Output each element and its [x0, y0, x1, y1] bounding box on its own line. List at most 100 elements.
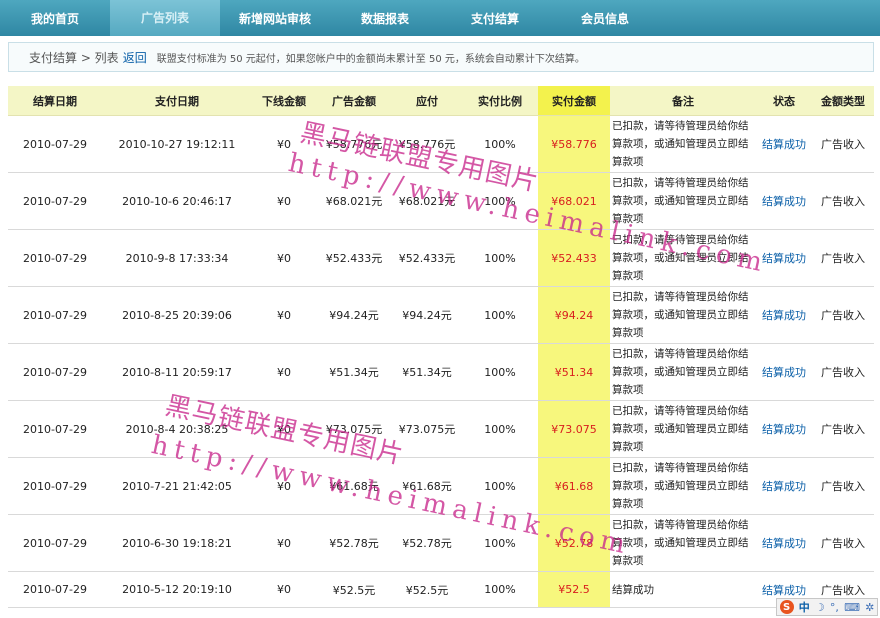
cell-downline-amount: ¥0	[277, 251, 291, 265]
cell-ad-amount: ¥58.776元	[325, 138, 383, 151]
nav-home[interactable]: 我的首页	[0, 10, 110, 27]
table-row: 2010-07-29 2010-9-8 17:33:34 ¥0 ¥52.433元 ¥52…	[8, 230, 874, 287]
cell-paid-amount: ¥73.075	[538, 401, 610, 457]
cell-amount-type: 广告收入	[821, 309, 865, 322]
settlement-table: 结算日期 支付日期 下线金额 广告金额 应付 实付比例 实付金额 备注 状态 金…	[8, 86, 874, 608]
cell-status[interactable]: 结算成功	[756, 344, 812, 400]
cell-status[interactable]: 结算成功	[756, 515, 812, 571]
cell-remark: 已扣款，请等待管理员给你结算款项，或通知管理员立即结算款项	[612, 519, 749, 567]
cell-ad-amount: ¥52.5元	[332, 583, 376, 597]
ime-mode-toggle[interactable]: 中	[799, 599, 810, 615]
header-pay-date: 支付日期	[155, 94, 199, 108]
header-amount-type: 金额类型	[821, 94, 865, 108]
cell-payable: ¥52.433元	[398, 252, 456, 265]
punctuation-icon[interactable]: °,	[830, 601, 839, 614]
cell-pay-ratio: 100%	[484, 365, 516, 379]
table-row: 2010-07-29 2010-8-25 20:39:06 ¥0 ¥94.24元 ¥94…	[8, 287, 874, 344]
cell-payable: ¥58.776元	[398, 138, 456, 151]
payment-notice: 联盟支付标准为 50 元起付，如果您帐户中的金额尚未累计至 50 元，系统会自动…	[156, 53, 585, 65]
cell-pay-date: 2010-5-12 20:19:10	[122, 583, 232, 596]
table-row: 2010-07-29 2010-10-27 19:12:11 ¥0 ¥58.776元 ¥…	[8, 116, 874, 173]
cell-settle-date: 2010-07-29	[23, 137, 87, 151]
cell-status[interactable]: 结算成功	[756, 458, 812, 514]
table-row: 2010-07-29 2010-8-4 20:38:25 ¥0 ¥73.075元 ¥73…	[8, 401, 874, 458]
header-payable: 应付	[416, 94, 438, 108]
breadcrumb-path: 支付结算 > 列表	[29, 50, 119, 65]
cell-payable: ¥51.34元	[402, 366, 452, 379]
cell-pay-ratio: 100%	[484, 536, 516, 550]
cell-payable: ¥68.021元	[398, 195, 456, 208]
cell-settle-date: 2010-07-29	[23, 308, 87, 322]
cell-amount-type: 广告收入	[821, 423, 865, 436]
table-row: 2010-07-29 2010-7-21 21:42:05 ¥0 ¥61.68元 ¥61…	[8, 458, 874, 515]
cell-payable: ¥61.68元	[402, 480, 452, 493]
top-nav: 我的首页 广告列表 新增网站审核 数据报表 支付结算 会员信息	[0, 0, 880, 36]
cell-ad-amount: ¥68.021元	[325, 195, 383, 208]
table-row: 2010-07-29 2010-8-11 20:59:17 ¥0 ¥51.34元 ¥51…	[8, 344, 874, 401]
ime-toolbar: S 中 ☽ °, ⌨ ✲	[776, 598, 878, 616]
cell-pay-ratio: 100%	[484, 137, 516, 151]
nav-site-review[interactable]: 新增网站审核	[220, 10, 330, 27]
cell-status[interactable]: 结算成功	[756, 287, 812, 343]
cell-remark: 已扣款，请等待管理员给你结算款项，或通知管理员立即结算款项	[612, 177, 749, 225]
cell-ad-amount: ¥52.433元	[325, 252, 383, 265]
cell-remark: 已扣款，请等待管理员给你结算款项，或通知管理员立即结算款项	[612, 120, 749, 168]
sogou-logo-icon[interactable]: S	[779, 600, 794, 614]
cell-pay-ratio: 100%	[484, 583, 516, 596]
cell-status[interactable]: 结算成功	[756, 230, 812, 286]
cell-amount-type: 广告收入	[821, 480, 865, 493]
nav-reports[interactable]: 数据报表	[330, 10, 440, 27]
table-row: 2010-07-29 2010-6-30 19:18:21 ¥0 ¥52.78元 ¥52…	[8, 515, 874, 572]
table-body: 2010-07-29 2010-10-27 19:12:11 ¥0 ¥58.776元 ¥…	[8, 116, 874, 608]
cell-status[interactable]: 结算成功	[756, 116, 812, 172]
cell-remark: 结算成功	[612, 583, 654, 596]
cell-status[interactable]: 结算成功	[756, 401, 812, 457]
header-downline-amount: 下线金额	[262, 94, 306, 108]
cell-settle-date: 2010-07-29	[23, 365, 87, 379]
cell-settle-date: 2010-07-29	[23, 479, 87, 493]
cell-status[interactable]: 结算成功	[756, 173, 812, 229]
cell-pay-ratio: 100%	[484, 422, 516, 436]
cell-downline-amount: ¥0	[277, 422, 291, 436]
cell-pay-date: 2010-9-8 17:33:34	[125, 251, 229, 265]
cell-ad-amount: ¥51.34元	[329, 366, 379, 379]
table-header: 结算日期 支付日期 下线金额 广告金额 应付 实付比例 实付金额 备注 状态 金…	[8, 86, 874, 116]
cell-downline-amount: ¥0	[277, 137, 291, 151]
cell-payable: ¥94.24元	[402, 309, 452, 322]
cell-amount-type: 广告收入	[821, 252, 865, 265]
nav-payment[interactable]: 支付结算	[440, 10, 550, 27]
cell-downline-amount: ¥0	[277, 365, 291, 379]
breadcrumb: 支付结算 > 列表 返回 联盟支付标准为 50 元起付，如果您帐户中的金额尚未累…	[8, 42, 874, 72]
cell-pay-ratio: 100%	[484, 251, 516, 265]
nav-member-info[interactable]: 会员信息	[550, 10, 660, 27]
nav-ad-list[interactable]: 广告列表	[110, 0, 220, 36]
header-settle-date: 结算日期	[33, 94, 77, 108]
cell-remark: 已扣款，请等待管理员给你结算款项，或通知管理员立即结算款项	[612, 234, 749, 282]
back-link[interactable]: 返回	[123, 49, 147, 66]
settings-icon[interactable]: ✲	[865, 601, 874, 614]
cell-settle-date: 2010-07-29	[23, 251, 87, 265]
cell-pay-date: 2010-10-27 19:12:11	[118, 137, 236, 151]
cell-pay-ratio: 100%	[484, 308, 516, 322]
cell-ad-amount: ¥73.075元	[325, 423, 383, 436]
cell-paid-amount: ¥58.776	[538, 116, 610, 172]
cell-pay-ratio: 100%	[484, 479, 516, 493]
cell-remark: 已扣款，请等待管理员给你结算款项，或通知管理员立即结算款项	[612, 291, 749, 339]
table-row: 2010-07-29 2010-5-12 20:19:10 ¥0 ¥52.5元 ¥52.…	[8, 572, 874, 608]
cell-pay-ratio: 100%	[484, 194, 516, 208]
cell-remark: 已扣款，请等待管理员给你结算款项，或通知管理员立即结算款项	[612, 348, 749, 396]
cell-settle-date: 2010-07-29	[23, 422, 87, 436]
cell-paid-amount: ¥52.433	[538, 230, 610, 286]
cell-pay-date: 2010-8-25 20:39:06	[122, 308, 232, 322]
cell-settle-date: 2010-07-29	[23, 194, 87, 208]
cell-amount-type: 广告收入	[821, 366, 865, 379]
header-ad-amount: 广告金额	[332, 94, 376, 108]
keyboard-icon[interactable]: ⌨	[844, 601, 860, 614]
cell-ad-amount: ¥52.78元	[329, 537, 379, 550]
cell-pay-date: 2010-8-11 20:59:17	[122, 365, 232, 379]
cell-payable: ¥52.5元	[405, 583, 449, 597]
cell-paid-amount: ¥68.021	[538, 173, 610, 229]
moon-icon[interactable]: ☽	[815, 601, 825, 614]
cell-ad-amount: ¥94.24元	[329, 309, 379, 322]
header-pay-ratio: 实付比例	[478, 94, 522, 108]
